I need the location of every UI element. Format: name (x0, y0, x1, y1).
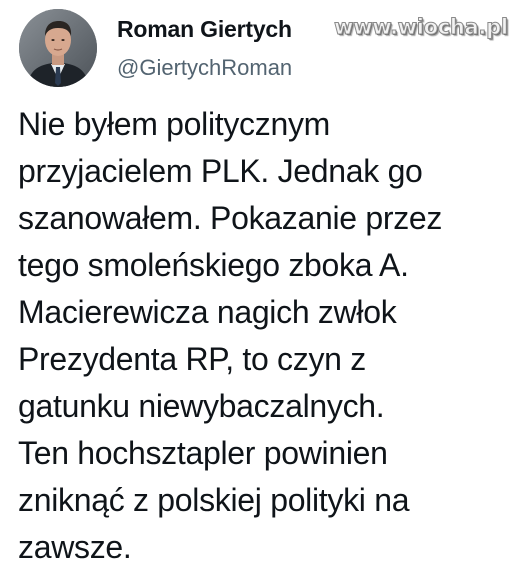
author-name[interactable]: Roman Giertych (117, 16, 292, 43)
tweet-text-line: gatunku niewybaczalnych. (18, 388, 385, 424)
tweet-text-line: szanowałem. Pokazanie przez (18, 200, 443, 236)
tweet-text-line: zniknąć z polskiej polityki na (18, 482, 410, 518)
tweet-text-line: zawsze. (18, 529, 132, 565)
tweet-text-line: Prezydenta RP, to czyn z (18, 341, 366, 377)
watermark: www.wiocha.pl (334, 15, 509, 40)
tweet-text: Nie byłem politycznym przyjacielem PLK. … (18, 101, 518, 571)
author-handle[interactable]: @GiertychRoman (117, 55, 292, 81)
tweet-text-line: przyjacielem PLK. Jednak go (18, 153, 423, 189)
tweet-text-line: tego smoleńskiego zboka A. (18, 247, 409, 283)
tweet-text-line: Macierewicza nagich zwłok (18, 294, 397, 330)
tweet-text-line: Nie byłem politycznym (18, 106, 331, 142)
tweet-text-line: Ten hochsztapler powinien (18, 435, 388, 471)
avatar[interactable] (19, 9, 97, 87)
tweet-card: Roman Giertych @GiertychRoman www.wiocha… (0, 0, 526, 578)
profile-photo-icon (19, 9, 97, 87)
